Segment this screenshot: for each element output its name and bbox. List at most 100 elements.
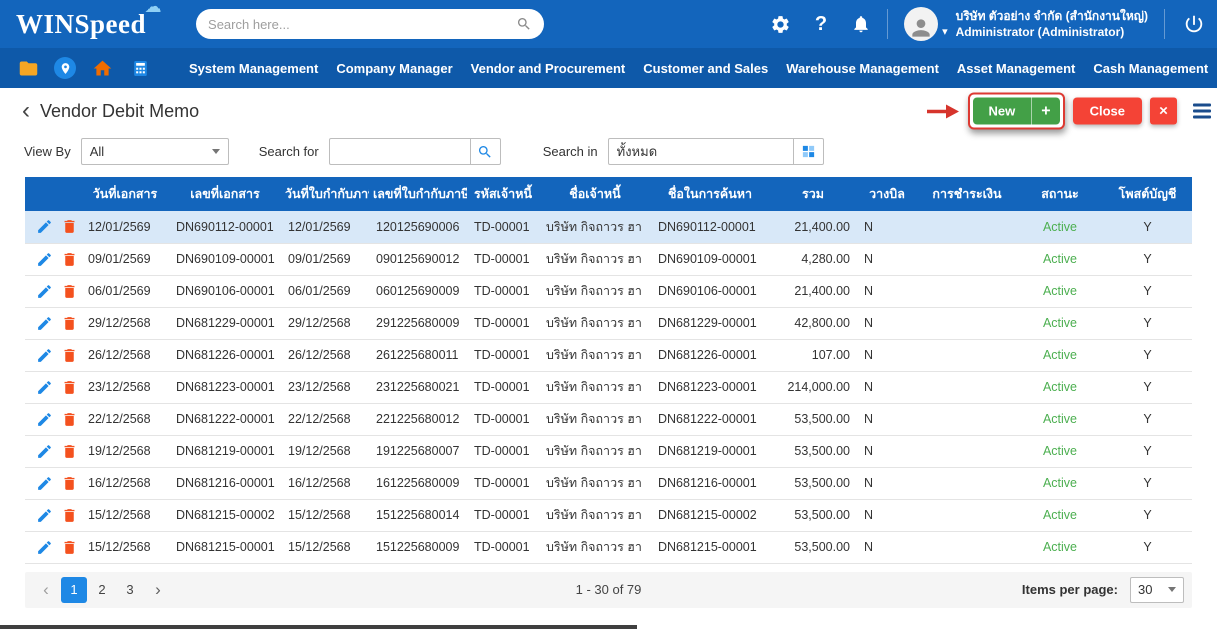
cell-payment <box>917 499 1017 531</box>
company-name: บริษัท ตัวอย่าง จำกัด (สำนักงานใหญ่) <box>956 8 1148 24</box>
table-row[interactable]: 22/12/2568 DN681222-00001 22/12/2568 221… <box>25 403 1192 435</box>
table-row[interactable]: 16/12/2568 DN681216-00001 16/12/2568 161… <box>25 467 1192 499</box>
nav-item-cash-management[interactable]: Cash Management <box>1084 61 1217 76</box>
cell-post-gl: Y <box>1103 339 1192 371</box>
delete-icon[interactable] <box>61 379 78 396</box>
chevron-down-icon[interactable]: ▾ <box>942 25 948 38</box>
home-icon[interactable] <box>90 56 114 80</box>
search-in-input[interactable] <box>608 138 794 165</box>
nav-item-warehouse-management[interactable]: Warehouse Management <box>777 61 948 76</box>
edit-icon[interactable] <box>36 411 53 428</box>
cell-doc-no: DN690106-00001 <box>169 275 281 307</box>
cell-payment <box>917 211 1017 243</box>
lookup-grid-icon[interactable] <box>794 138 824 165</box>
close-button[interactable]: Close <box>1073 98 1142 125</box>
table-row[interactable]: 29/12/2568 DN681229-00001 29/12/2568 291… <box>25 307 1192 339</box>
quick-app-icons <box>16 56 152 80</box>
search-for-button[interactable] <box>471 138 501 165</box>
nav-item-vendor-and-procurement[interactable]: Vendor and Procurement <box>462 61 635 76</box>
cell-total: 53,500.00 <box>769 499 857 531</box>
cell-tax-date: 06/01/2569 <box>281 275 369 307</box>
page-button-1[interactable]: 1 <box>61 577 87 603</box>
cell-tax-no: 151225680009 <box>369 531 467 563</box>
cell-search-name: DN681226-00001 <box>651 339 769 371</box>
edit-icon[interactable] <box>36 315 53 332</box>
table-row[interactable]: 09/01/2569 DN690109-00001 09/01/2569 090… <box>25 243 1192 275</box>
edit-icon[interactable] <box>36 347 53 364</box>
table-row[interactable]: 19/12/2568 DN681219-00001 19/12/2568 191… <box>25 435 1192 467</box>
table-row[interactable]: 06/01/2569 DN690106-00001 06/01/2569 060… <box>25 275 1192 307</box>
edit-icon[interactable] <box>36 251 53 268</box>
table-row[interactable]: 23/12/2568 DN681223-00001 23/12/2568 231… <box>25 371 1192 403</box>
cell-doc-no: DN690112-00001 <box>169 211 281 243</box>
edit-icon[interactable] <box>36 475 53 492</box>
cell-search-name: DN690112-00001 <box>651 211 769 243</box>
page-prev-button[interactable]: ‹ <box>33 577 59 603</box>
edit-icon[interactable] <box>36 507 53 524</box>
location-icon[interactable] <box>54 57 76 79</box>
cell-search-name: DN681216-00001 <box>651 467 769 499</box>
power-logout-icon[interactable] <box>1183 13 1205 35</box>
page-next-button[interactable]: › <box>145 577 171 603</box>
edit-icon[interactable] <box>36 218 53 235</box>
page-button-2[interactable]: 2 <box>89 577 115 603</box>
nav-item-customer-and-sales[interactable]: Customer and Sales <box>634 61 777 76</box>
cell-doc-no: DN681223-00001 <box>169 371 281 403</box>
table-row[interactable]: 12/01/2569 DN690112-00001 12/01/2569 120… <box>25 211 1192 243</box>
edit-icon[interactable] <box>36 379 53 396</box>
view-by-select[interactable]: All <box>81 138 229 165</box>
cell-doc-no: DN681222-00001 <box>169 403 281 435</box>
search-icon[interactable] <box>516 16 532 32</box>
cell-doc-date: 29/12/2568 <box>81 307 169 339</box>
nav-item-company-manager[interactable]: Company Manager <box>327 61 461 76</box>
back-chevron-icon[interactable]: ‹ <box>22 99 30 123</box>
table-row[interactable]: 15/12/2568 DN681215-00002 15/12/2568 151… <box>25 499 1192 531</box>
delete-icon[interactable] <box>61 347 78 364</box>
cell-payment <box>917 435 1017 467</box>
nav-item-asset-management[interactable]: Asset Management <box>948 61 1084 76</box>
table-row[interactable]: 26/12/2568 DN681226-00001 26/12/2568 261… <box>25 339 1192 371</box>
edit-icon[interactable] <box>36 539 53 556</box>
cell-doc-date: 15/12/2568 <box>81 499 169 531</box>
page-button-3[interactable]: 3 <box>117 577 143 603</box>
delete-icon[interactable] <box>61 315 78 332</box>
cell-doc-date: 12/01/2569 <box>81 211 169 243</box>
notifications-bell-icon[interactable] <box>851 14 871 34</box>
delete-icon[interactable] <box>61 443 78 460</box>
global-search-input[interactable] <box>208 17 516 32</box>
cell-vendor-code: TD-00001 <box>467 371 539 403</box>
cell-tax-date: 22/12/2568 <box>281 403 369 435</box>
close-x-button[interactable]: × <box>1150 98 1177 125</box>
cell-vendor-name: บริษัท กิจถาวร ฮา <box>539 275 651 307</box>
table-row[interactable]: 15/12/2568 DN681215-00001 15/12/2568 151… <box>25 531 1192 563</box>
settings-gear-icon[interactable] <box>770 14 791 35</box>
delete-icon[interactable] <box>61 411 78 428</box>
edit-icon[interactable] <box>36 443 53 460</box>
cell-billing: N <box>857 339 917 371</box>
col-vendor-code: รหัสเจ้าหนี้ <box>467 177 539 211</box>
hamburger-menu-icon[interactable] <box>1193 104 1211 119</box>
cell-total: 53,500.00 <box>769 467 857 499</box>
new-plus-button[interactable]: + <box>1032 98 1059 125</box>
user-avatar[interactable] <box>904 7 938 41</box>
folder-icon[interactable] <box>16 56 40 80</box>
delete-icon[interactable] <box>61 539 78 556</box>
cell-billing: N <box>857 531 917 563</box>
calculator-icon[interactable] <box>128 56 152 80</box>
cell-vendor-code: TD-00001 <box>467 403 539 435</box>
search-for-input[interactable] <box>329 138 471 165</box>
items-per-page-select[interactable]: 30 <box>1130 577 1184 603</box>
filter-bar: View By All Search for Search in <box>0 134 1217 177</box>
new-button[interactable]: New + <box>973 98 1060 125</box>
winspeed-logo: WINSpeed ☁ <box>16 9 160 40</box>
nav-item-system-management[interactable]: System Management <box>180 61 327 76</box>
cell-payment <box>917 307 1017 339</box>
delete-icon[interactable] <box>61 507 78 524</box>
help-icon[interactable]: ? <box>815 13 827 36</box>
cell-search-name: DN681223-00001 <box>651 371 769 403</box>
delete-icon[interactable] <box>61 218 78 235</box>
delete-icon[interactable] <box>61 251 78 268</box>
delete-icon[interactable] <box>61 283 78 300</box>
delete-icon[interactable] <box>61 475 78 492</box>
edit-icon[interactable] <box>36 283 53 300</box>
